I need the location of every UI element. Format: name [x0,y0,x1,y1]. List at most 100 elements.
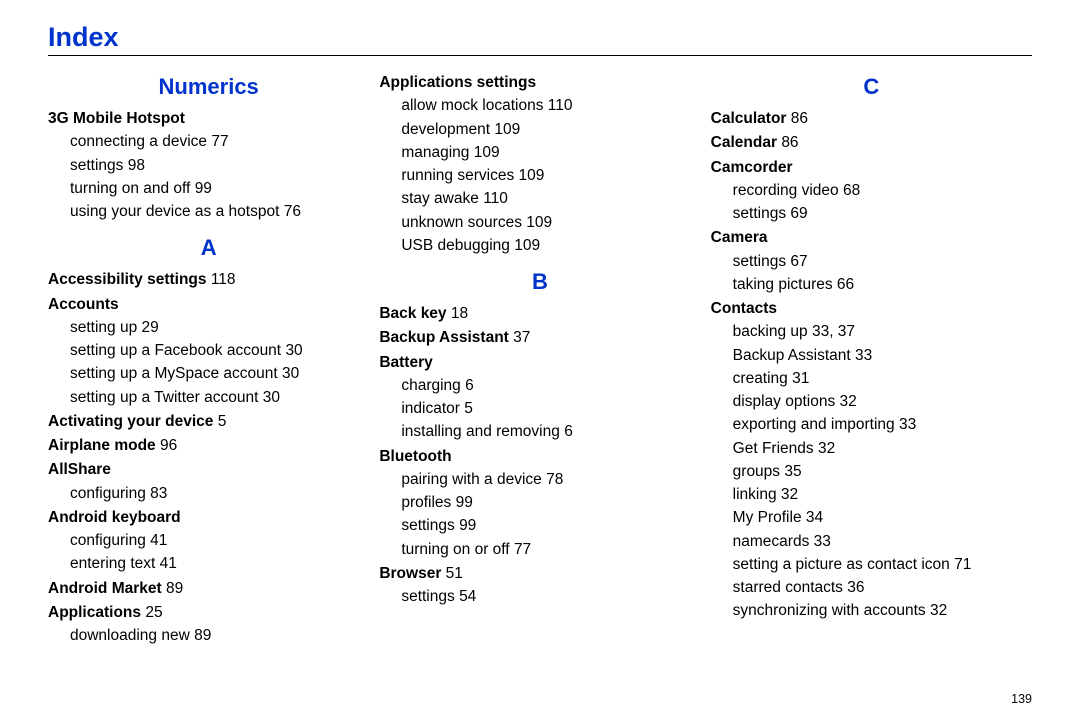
section-b: B [379,265,700,298]
subentry[interactable]: USB debugging 109 [379,234,700,257]
entry-allshare[interactable]: AllShare [48,458,369,481]
subentry[interactable]: starred contacts 36 [711,576,1032,599]
entry-backup-assistant[interactable]: Backup Assistant 37 [379,326,700,349]
subentry[interactable]: connecting a device 77 [48,130,369,153]
subentry[interactable]: settings 54 [379,585,700,608]
subentry[interactable]: allow mock locations 110 [379,94,700,117]
subentry-text: managing [401,144,469,161]
subentry[interactable]: pairing with a device 78 [379,468,700,491]
subentry-text: configuring [70,485,146,502]
page-ref: 5 [218,413,227,430]
subentry[interactable]: configuring 41 [48,529,369,552]
subentry[interactable]: exporting and importing 33 [711,413,1032,436]
subentry-text: running services [401,167,514,184]
subentry[interactable]: groups 35 [711,460,1032,483]
term-text: Airplane mode [48,437,156,454]
page-ref: 36 [847,579,864,596]
subentry[interactable]: installing and removing 6 [379,420,700,443]
subentry-text: settings [733,253,786,270]
page-ref: 99 [456,494,473,511]
subentry[interactable]: downloading new 89 [48,624,369,647]
subentry-text: settings [70,157,123,174]
subentry[interactable]: setting a picture as contact icon 71 [711,553,1032,576]
page-ref: 71 [954,556,971,573]
subentry-text: backing up [733,323,808,340]
subentry-text: setting a picture as contact icon [733,556,950,573]
entry-camera[interactable]: Camera [711,226,1032,249]
subentry[interactable]: creating 31 [711,367,1032,390]
entry-activating-device[interactable]: Activating your device 5 [48,410,369,433]
page-ref: 109 [514,237,540,254]
subentry[interactable]: Backup Assistant 33 [711,344,1032,367]
subentry[interactable]: profiles 99 [379,491,700,514]
subentry[interactable]: running services 109 [379,164,700,187]
subentry-text: turning on or off [401,541,509,558]
page-ref: 99 [195,180,212,197]
subentry[interactable]: stay awake 110 [379,187,700,210]
subentry[interactable]: entering text 41 [48,552,369,575]
subentry-text: Backup Assistant [733,347,851,364]
page-ref: 32 [818,440,835,457]
entry-applications[interactable]: Applications 25 [48,601,369,624]
entry-contacts[interactable]: Contacts [711,297,1032,320]
subentry-text: taking pictures [733,276,833,293]
subentry[interactable]: setting up a MySpace account 30 [48,362,369,385]
entry-3g-mobile-hotspot[interactable]: 3G Mobile Hotspot [48,107,369,130]
entry-accounts[interactable]: Accounts [48,293,369,316]
subentry[interactable]: Get Friends 32 [711,437,1032,460]
entry-android-market[interactable]: Android Market 89 [48,577,369,600]
subentry[interactable]: My Profile 34 [711,506,1032,529]
term-text: Browser [379,565,441,582]
subentry[interactable]: recording video 68 [711,179,1032,202]
subentry[interactable]: managing 109 [379,141,700,164]
page-ref: 31 [792,370,809,387]
subentry[interactable]: turning on and off 99 [48,177,369,200]
subentry-text: setting up a Facebook account [70,342,281,359]
subentry-text: recording video [733,182,839,199]
subentry[interactable]: turning on or off 77 [379,538,700,561]
subentry[interactable]: unknown sources 109 [379,211,700,234]
page-ref: 33, 37 [812,323,855,340]
index-columns: Numerics 3G Mobile Hotspot connecting a … [48,70,1032,647]
subentry[interactable]: configuring 83 [48,482,369,505]
page-ref: 83 [150,485,167,502]
subentry[interactable]: development 109 [379,118,700,141]
subentry-text: settings [401,517,454,534]
subentry[interactable]: settings 67 [711,250,1032,273]
entry-calendar[interactable]: Calendar 86 [711,131,1032,154]
subentry[interactable]: setting up a Twitter account 30 [48,386,369,409]
page-title: Index [48,22,1032,53]
entry-battery[interactable]: Battery [379,351,700,374]
subentry[interactable]: setting up 29 [48,316,369,339]
entry-applications-settings[interactable]: Applications settings [379,71,700,94]
subentry[interactable]: synchronizing with accounts 32 [711,599,1032,622]
subentry[interactable]: indicator 5 [379,397,700,420]
entry-calculator[interactable]: Calculator 86 [711,107,1032,130]
entry-bluetooth[interactable]: Bluetooth [379,445,700,468]
entry-back-key[interactable]: Back key 18 [379,302,700,325]
entry-accessibility-settings[interactable]: Accessibility settings 118 [48,268,369,291]
subentry-text: setting up a Twitter account [70,389,258,406]
subentry[interactable]: charging 6 [379,374,700,397]
subentry[interactable]: settings 98 [48,154,369,177]
page-ref: 109 [494,121,520,138]
section-numerics: Numerics [48,70,369,103]
page-ref: 118 [211,271,236,288]
subentry-text: turning on and off [70,180,190,197]
page-ref: 109 [526,214,552,231]
subentry[interactable]: taking pictures 66 [711,273,1032,296]
term-text: Android Market [48,580,162,597]
subentry[interactable]: display options 32 [711,390,1032,413]
entry-camcorder[interactable]: Camcorder [711,156,1032,179]
subentry[interactable]: settings 99 [379,514,700,537]
subentry[interactable]: namecards 33 [711,530,1032,553]
entry-android-keyboard[interactable]: Android keyboard [48,506,369,529]
subentry[interactable]: setting up a Facebook account 30 [48,339,369,362]
subentry[interactable]: linking 32 [711,483,1032,506]
index-column-2: Applications settings allow mock locatio… [379,70,700,647]
subentry[interactable]: settings 69 [711,202,1032,225]
subentry[interactable]: backing up 33, 37 [711,320,1032,343]
entry-airplane-mode[interactable]: Airplane mode 96 [48,434,369,457]
subentry[interactable]: using your device as a hotspot 76 [48,200,369,223]
entry-browser[interactable]: Browser 51 [379,562,700,585]
